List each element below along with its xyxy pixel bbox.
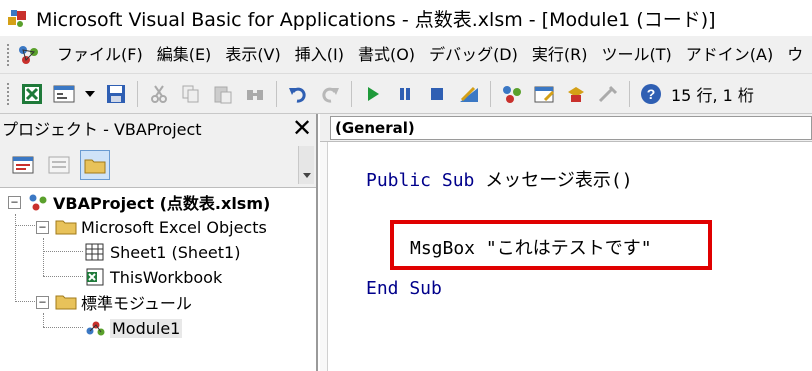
paste-icon[interactable]	[210, 81, 236, 107]
sheet-icon	[84, 243, 106, 261]
module-icon	[84, 319, 106, 337]
tree-connector	[43, 313, 44, 327]
workbook-icon	[84, 268, 106, 286]
project-panel-toolbar	[0, 142, 316, 188]
toolbar-separator	[629, 80, 630, 107]
toolbar-separator	[351, 80, 352, 107]
highlight-box	[390, 220, 712, 270]
tree-label: 標準モジュール	[81, 294, 192, 313]
dropdown-arrow-icon[interactable]	[83, 81, 97, 107]
close-icon[interactable]: ✕	[288, 114, 316, 142]
save-icon[interactable]	[103, 81, 129, 107]
toggle-folders-icon[interactable]	[80, 149, 110, 180]
menu-view[interactable]: 表示(V)	[218, 41, 287, 69]
object-combo[interactable]: (General)	[330, 115, 812, 140]
collapse-icon[interactable]: −	[8, 195, 21, 209]
folder-open-icon	[55, 218, 77, 236]
menu-window[interactable]: ウ	[780, 41, 810, 69]
project-tree: − VBAProject (点数表.xlsm) − Microsoft Exce…	[0, 188, 316, 371]
menu-format[interactable]: 書式(O)	[351, 41, 422, 69]
collapse-icon[interactable]: −	[36, 220, 49, 234]
menu-debug[interactable]: デバッグ(D)	[422, 41, 525, 69]
code-line-1[interactable]: Public Sub メッセージ表示()	[366, 166, 633, 192]
object-browser-icon[interactable]	[563, 81, 589, 107]
project-explorer-panel: プロジェクト - VBAProject ✕ − VBAProject (点数表.…	[0, 114, 318, 371]
folder-open-icon	[55, 293, 77, 311]
menu-run[interactable]: 実行(R)	[525, 41, 595, 69]
toolbox-icon[interactable]	[595, 81, 621, 107]
collapse-icon[interactable]: −	[36, 295, 49, 309]
reset-icon[interactable]	[424, 81, 450, 107]
tree-item-module1[interactable]: Module1	[84, 316, 183, 340]
menu-grip[interactable]	[6, 42, 10, 67]
tree-connector	[15, 301, 35, 302]
design-mode-icon[interactable]	[456, 81, 482, 107]
run-icon[interactable]	[360, 81, 386, 107]
scrollbar[interactable]	[298, 146, 314, 184]
code-keyword: Public Sub	[366, 170, 475, 191]
tree-connector	[15, 214, 16, 302]
standard-toolbar: ? 15 行, 1 桁	[0, 74, 812, 114]
svg-text:?: ?	[647, 86, 656, 102]
properties-icon[interactable]	[531, 81, 557, 107]
toolbar-grip[interactable]	[6, 81, 10, 106]
code-sub-name: メッセージ表示()	[474, 170, 633, 191]
code-line-3[interactable]: End Sub	[366, 278, 442, 299]
view-code-icon[interactable]	[8, 150, 38, 180]
tree-connector	[15, 225, 35, 226]
code-margin	[320, 142, 328, 371]
find-icon[interactable]	[242, 81, 268, 107]
project-panel-header: プロジェクト - VBAProject ✕	[0, 114, 316, 142]
undo-icon[interactable]	[285, 81, 311, 107]
tree-connector	[43, 276, 83, 277]
code-window: (General) Public Sub メッセージ表示() MsgBox "こ…	[320, 114, 812, 371]
break-icon[interactable]	[392, 81, 418, 107]
insert-module-icon[interactable]	[51, 81, 77, 107]
view-excel-icon[interactable]	[19, 81, 45, 107]
vba-project-icon	[27, 193, 49, 211]
vba-menu-icon[interactable]	[16, 43, 42, 67]
tree-label: Module1	[110, 318, 183, 338]
toolbar-separator	[137, 80, 138, 107]
menu-file[interactable]: ファイル(F)	[50, 41, 150, 69]
copy-icon[interactable]	[178, 81, 204, 107]
cursor-position: 15 行, 1 桁	[671, 85, 754, 105]
tree-connector	[43, 327, 83, 328]
menu-insert[interactable]: 挿入(I)	[288, 41, 351, 69]
vba-app-icon	[6, 7, 28, 29]
code-editor[interactable]: Public Sub メッセージ表示() MsgBox "これはテストです" E…	[320, 142, 812, 371]
menu-addins[interactable]: アドイン(A)	[679, 41, 780, 69]
tree-label: Microsoft Excel Objects	[81, 217, 267, 237]
tree-item-excel-objects[interactable]: − Microsoft Excel Objects	[36, 215, 267, 239]
tree-item-standard-modules[interactable]: − 標準モジュール	[36, 290, 192, 314]
window-title: Microsoft Visual Basic for Applications …	[36, 8, 716, 31]
project-panel-title: プロジェクト - VBAProject	[2, 120, 202, 139]
title-bar: Microsoft Visual Basic for Applications …	[0, 0, 812, 36]
toolbar-separator	[276, 80, 277, 107]
tree-label: ThisWorkbook	[110, 267, 223, 287]
code-combo-row: (General)	[320, 114, 812, 142]
project-explorer-icon[interactable]	[499, 81, 525, 107]
menu-bar: ファイル(F) 編集(E) 表示(V) 挿入(I) 書式(O) デバッグ(D) …	[0, 36, 812, 74]
help-icon[interactable]: ?	[638, 81, 664, 107]
tree-connector	[43, 251, 83, 252]
menu-tools[interactable]: ツール(T)	[594, 41, 678, 69]
tree-connector	[43, 238, 44, 276]
tree-label: Sheet1 (Sheet1)	[110, 242, 241, 262]
tree-item-thisworkbook[interactable]: ThisWorkbook	[84, 265, 222, 289]
tree-item-vbaproject[interactable]: − VBAProject (点数表.xlsm)	[8, 190, 270, 214]
toolbar-separator	[490, 80, 491, 107]
cut-icon[interactable]	[146, 81, 172, 107]
tree-label: VBAProject (点数表.xlsm)	[53, 194, 271, 213]
view-object-icon[interactable]	[44, 150, 74, 180]
tree-item-sheet1[interactable]: Sheet1 (Sheet1)	[84, 240, 240, 264]
redo-icon[interactable]	[317, 81, 343, 107]
menu-edit[interactable]: 編集(E)	[150, 41, 219, 69]
